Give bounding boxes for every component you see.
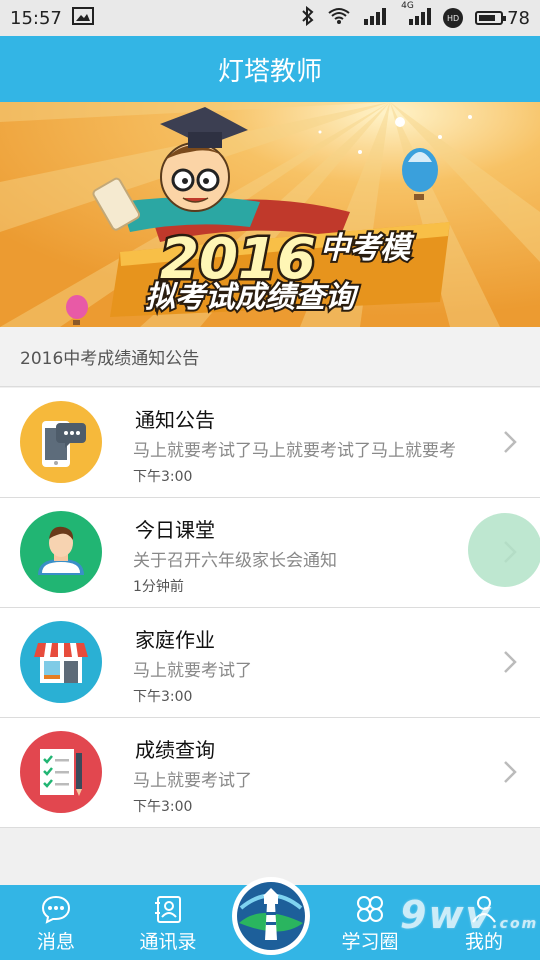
- hd-label: HD: [447, 13, 460, 23]
- nav-contacts-label: 通讯录: [139, 931, 197, 953]
- app-header: 灯塔教师: [0, 36, 540, 102]
- notice-bar[interactable]: 2016中考成绩通知公告: [0, 327, 540, 387]
- list-item-time: 下午3:00: [133, 689, 193, 705]
- notice-text: 2016中考成绩通知公告: [20, 349, 200, 369]
- status-time: 15:57: [10, 7, 62, 29]
- signal-icon: [363, 7, 389, 30]
- chevron-right-icon: [504, 651, 517, 673]
- storefront-icon: [20, 621, 102, 703]
- phone-chat-icon: [20, 401, 102, 483]
- watermark-text: 9wv: [400, 893, 493, 937]
- list-item-title: 家庭作业: [135, 628, 215, 652]
- battery-percent: 78: [507, 7, 530, 29]
- list-item-time: 下午3:00: [133, 469, 193, 485]
- status-bar: 15:57 4G HD 78: [0, 0, 540, 36]
- battery-icon: [475, 11, 507, 25]
- clover-grid-icon: [357, 896, 383, 922]
- feature-list: 通知公告 马上就要考试了马上就要考试了马上就要考 下午3:00 今日课堂 关于召…: [0, 388, 540, 828]
- page-title: 灯塔教师: [217, 56, 322, 87]
- list-item-classroom[interactable]: 今日课堂 关于召开六年级家长会通知 1分钟前: [0, 498, 540, 608]
- chevron-right-icon: [504, 761, 517, 783]
- list-item-title: 通知公告: [135, 408, 215, 432]
- list-item-homework[interactable]: 家庭作业 马上就要考试了 下午3:00: [0, 608, 540, 718]
- network-label: 4G: [401, 0, 414, 11]
- nav-study-label: 学习圈: [341, 931, 399, 953]
- nav-contacts[interactable]: 通讯录: [118, 893, 218, 954]
- list-item-subtitle: 马上就要考试了: [133, 661, 252, 681]
- contacts-book-icon: [155, 896, 181, 923]
- chevron-right-icon: [504, 431, 517, 453]
- battery-indicator: 78: [475, 8, 530, 29]
- report-pencil-icon: [20, 731, 102, 813]
- list-item-grades[interactable]: 成绩查询 马上就要考试了 下午3:00: [0, 718, 540, 828]
- nav-messages[interactable]: 消息: [6, 893, 106, 954]
- nav-messages-label: 消息: [36, 931, 75, 953]
- wifi-icon: [327, 7, 351, 30]
- list-item-time: 下午3:00: [133, 799, 193, 815]
- floating-assist-button[interactable]: [468, 513, 540, 587]
- list-item-title: 成绩查询: [135, 738, 215, 762]
- watermark-suffix: .com: [492, 916, 539, 932]
- lighthouse-home-button[interactable]: [231, 868, 311, 960]
- banner-illustration: 2016 中考模 拟考试成绩查询: [0, 102, 540, 327]
- list-item-subtitle: 关于召开六年级家长会通知: [133, 551, 337, 571]
- banner-tag: 中考模: [320, 231, 415, 266]
- list-item-title: 今日课堂: [135, 518, 215, 542]
- student-avatar-icon: [20, 511, 102, 593]
- image-notification-icon: [71, 6, 94, 30]
- list-item-time: 1分钟前: [133, 579, 184, 595]
- signal-4g-icon: 4G: [401, 1, 432, 30]
- promo-banner[interactable]: 2016 中考模 拟考试成绩查询: [0, 102, 540, 327]
- hd-icon: HD: [443, 8, 464, 28]
- watermark-logo: 9wv.com: [400, 893, 538, 937]
- banner-headline: 拟考试成绩查询: [145, 280, 360, 315]
- bluetooth-icon: [301, 5, 315, 31]
- list-item-subtitle: 马上就要考试了: [133, 771, 252, 791]
- battery-fill: [479, 15, 495, 21]
- list-item-notice[interactable]: 通知公告 马上就要考试了马上就要考试了马上就要考 下午3:00: [0, 388, 540, 498]
- lighthouse-icon: [232, 877, 310, 955]
- list-item-subtitle: 马上就要考试了马上就要考试了马上就要考: [133, 441, 456, 461]
- chat-bubble-icon: [41, 895, 71, 924]
